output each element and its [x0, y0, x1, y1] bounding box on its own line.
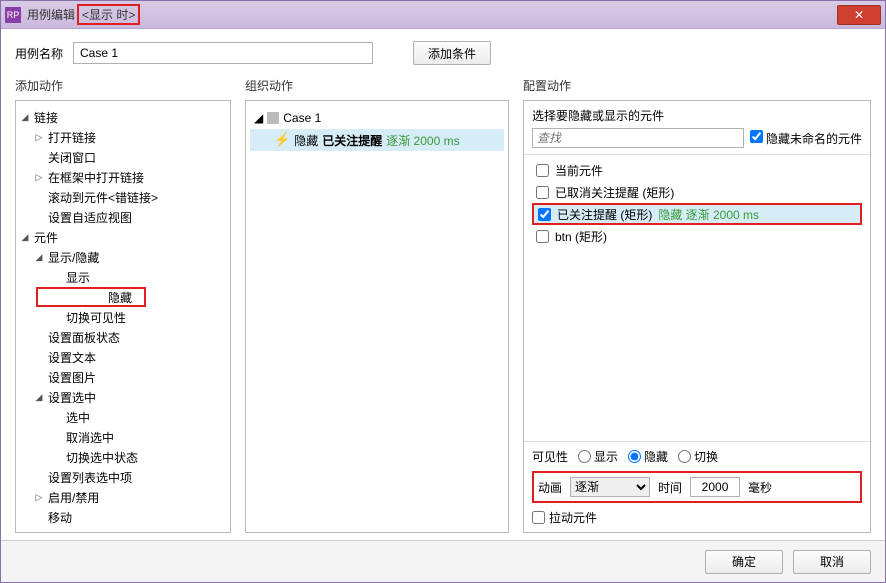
action-prefix: 隐藏 [294, 132, 318, 149]
case-row[interactable]: ◢ Case 1 [250, 107, 504, 129]
tree-item[interactable]: ▷启用/禁用 [16, 487, 230, 507]
element-row[interactable]: 当前元件 [532, 159, 862, 181]
visibility-row: 可见性 显示 隐藏 切换 [532, 448, 862, 465]
element-checkbox[interactable] [538, 208, 551, 221]
time-input[interactable] [690, 477, 740, 497]
titlebar: RP 用例编辑 <显示 时> ✕ [1, 1, 885, 29]
action-tree-panel: ◢链接 ▷打开链接 关闭窗口 ▷在框架中打开链接 滚动到元件<错链接> 设置自适… [15, 100, 231, 533]
action-row[interactable]: ⚡ 隐藏 已关注提醒 逐渐 2000 ms [250, 129, 504, 151]
tree-item[interactable]: 选中 [16, 407, 230, 427]
element-row[interactable]: btn (矩形) [532, 225, 862, 247]
action-target: 已关注提醒 [322, 132, 382, 149]
time-unit: 毫秒 [748, 479, 772, 496]
element-list: 当前元件 已取消关注提醒 (矩形) 已关注提醒 (矩形) 隐藏 逐渐 2000 … [524, 155, 870, 441]
tree-subgroup-selected[interactable]: ◢设置选中 [16, 387, 230, 407]
cancel-button[interactable]: 取消 [793, 550, 871, 574]
footer: 确定 取消 [1, 540, 885, 582]
tree-item-toggle[interactable]: 切换可见性 [16, 307, 230, 327]
tree-item[interactable]: 设置自适应视图 [16, 207, 230, 227]
tree-item[interactable]: ▷打开链接 [16, 127, 230, 147]
tree-item[interactable]: 关闭窗口 [16, 147, 230, 167]
tree-item[interactable]: 切换选中状态 [16, 447, 230, 467]
visibility-hide[interactable]: 隐藏 [628, 448, 668, 465]
add-condition-button[interactable]: 添加条件 [413, 41, 491, 65]
hide-unnamed-checkbox[interactable] [750, 130, 763, 143]
animation-type-select[interactable]: 逐渐 [570, 477, 650, 497]
tree-item[interactable]: 滚动到元件<错链接> [16, 187, 230, 207]
tree-subgroup-showhide[interactable]: ◢显示/隐藏 [16, 247, 230, 267]
visibility-label: 可见性 [532, 448, 568, 465]
tree-group-widgets[interactable]: ◢元件 [16, 227, 230, 247]
bolt-icon: ⚡ [274, 132, 290, 148]
visibility-show[interactable]: 显示 [578, 448, 618, 465]
tree-item-hide[interactable]: 隐藏 [36, 287, 146, 307]
tree-group-links[interactable]: ◢链接 [16, 107, 230, 127]
case-name-input[interactable] [73, 42, 373, 64]
hide-unnamed-option[interactable]: 隐藏未命名的元件 [750, 130, 862, 147]
tree-item[interactable]: 设置面板状态 [16, 327, 230, 347]
ok-button[interactable]: 确定 [705, 550, 783, 574]
tree-item[interactable]: ▷在框架中打开链接 [16, 167, 230, 187]
folder-icon [267, 112, 279, 124]
element-row[interactable]: 已取消关注提醒 (矩形) [532, 181, 862, 203]
close-button[interactable]: ✕ [837, 5, 881, 25]
tree-item[interactable]: 取消选中 [16, 427, 230, 447]
select-widgets-label: 选择要隐藏或显示的元件 [532, 107, 862, 124]
tree-item[interactable]: 设置文本 [16, 347, 230, 367]
config-panel: 选择要隐藏或显示的元件 隐藏未命名的元件 当前元件 [523, 100, 871, 533]
tree-item[interactable]: 移动 [16, 507, 230, 527]
close-icon: ✕ [854, 8, 864, 22]
drag-label: 拉动元件 [549, 509, 597, 526]
animation-row: 动画 逐渐 时间 毫秒 [532, 471, 862, 503]
case-name-label: 用例名称 [15, 45, 63, 62]
tree-item[interactable]: 设置图片 [16, 367, 230, 387]
action-anim: 逐渐 2000 ms [386, 132, 459, 149]
visibility-toggle[interactable]: 切换 [678, 448, 718, 465]
element-checkbox[interactable] [536, 230, 549, 243]
app-icon: RP [5, 7, 21, 23]
add-action-header: 添加动作 [15, 73, 231, 100]
organize-panel: ◢ Case 1 ⚡ 隐藏 已关注提醒 逐渐 2000 ms [245, 100, 509, 533]
title-prefix: 用例编辑 [27, 6, 75, 23]
time-label: 时间 [658, 479, 682, 496]
tree-item[interactable]: 设置列表选中项 [16, 467, 230, 487]
element-checkbox[interactable] [536, 164, 549, 177]
element-row-selected[interactable]: 已关注提醒 (矩形) 隐藏 逐渐 2000 ms [532, 203, 862, 225]
element-checkbox[interactable] [536, 186, 549, 199]
search-input[interactable] [532, 128, 744, 148]
animation-label: 动画 [538, 479, 562, 496]
case-label: Case 1 [283, 111, 321, 125]
tree-item-show[interactable]: 显示 [16, 267, 230, 287]
organize-header: 组织动作 [245, 73, 509, 100]
title-highlight: <显示 时> [77, 4, 140, 25]
drag-checkbox[interactable] [532, 511, 545, 524]
config-header: 配置动作 [523, 73, 871, 100]
